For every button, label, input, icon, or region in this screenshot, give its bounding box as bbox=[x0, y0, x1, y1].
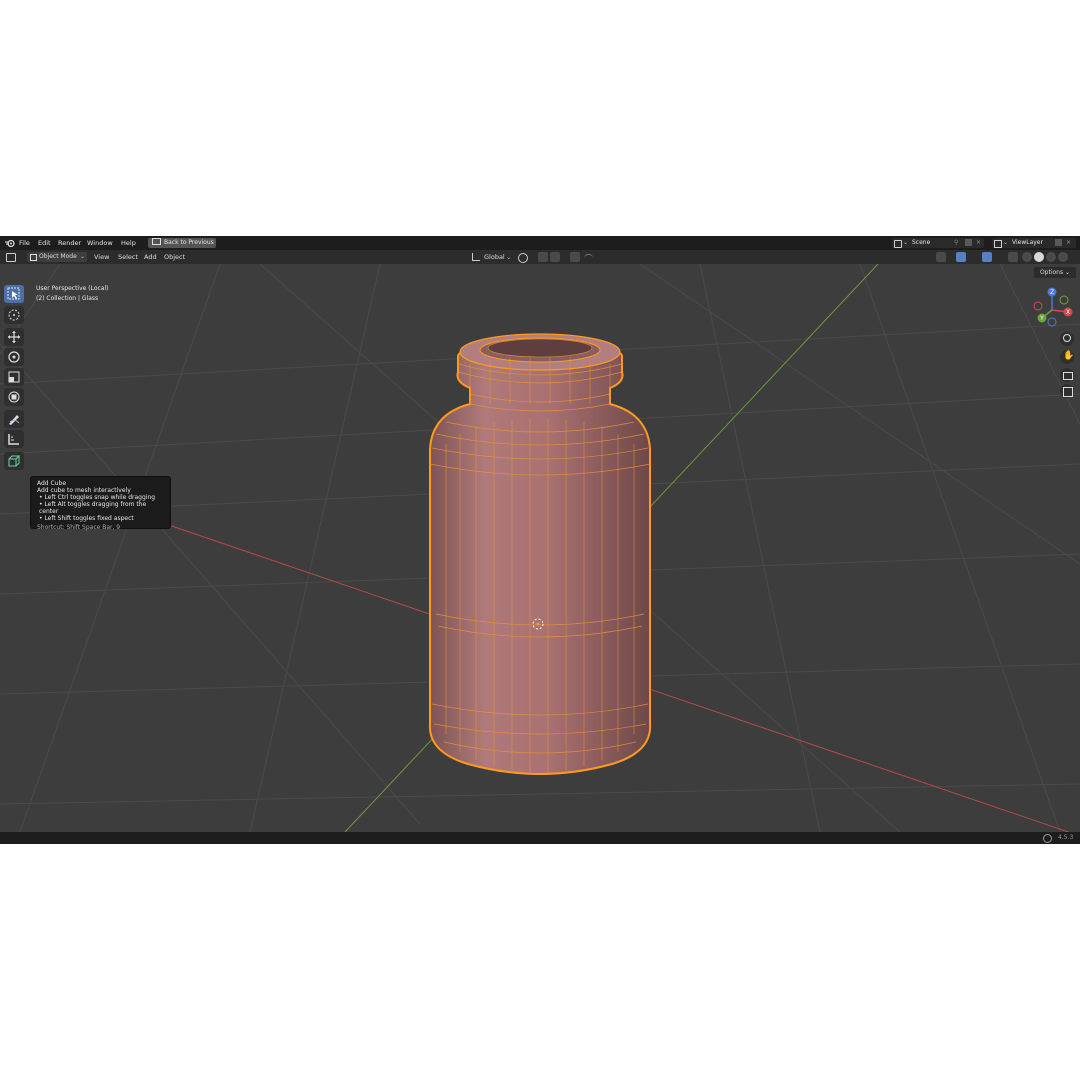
perspective-label: User Perspective (Local) bbox=[36, 285, 109, 292]
transform-orientation-icon bbox=[472, 253, 480, 261]
solid-shading-icon[interactable] bbox=[1034, 252, 1044, 262]
chevron-down-icon: ⌄ bbox=[80, 253, 86, 260]
move-tool[interactable] bbox=[4, 328, 24, 346]
proportional-edit-icon[interactable] bbox=[570, 252, 580, 262]
glass-bottle-mesh bbox=[428, 333, 652, 775]
scene-selector[interactable]: ⌄ Scene ⚲ × bbox=[892, 238, 984, 248]
pan-hand-icon[interactable]: ✋ bbox=[1060, 350, 1074, 364]
options-dropdown[interactable]: Options ⌄ bbox=[1034, 267, 1076, 278]
snap-toggle-icon[interactable] bbox=[538, 252, 548, 262]
scene-icon bbox=[894, 240, 902, 248]
view-layer-icon bbox=[994, 240, 1002, 248]
new-scene-icon[interactable] bbox=[965, 239, 972, 246]
neg-z-handle bbox=[1047, 317, 1057, 327]
tooltip-title: Add Cube bbox=[37, 480, 67, 487]
select-box-tool[interactable] bbox=[4, 285, 24, 303]
menu-add[interactable]: Add bbox=[144, 250, 157, 264]
cursor-tool[interactable] bbox=[4, 306, 24, 324]
chevron-down-icon: ⌄ bbox=[1003, 239, 1009, 246]
view-layer-name: ViewLayer bbox=[1012, 239, 1043, 246]
viewport-header: Object Mode ⌄ View Select Add Object Glo… bbox=[0, 250, 1080, 264]
globe-icon bbox=[1043, 834, 1052, 843]
back-icon bbox=[152, 238, 161, 245]
scale-icon bbox=[8, 371, 20, 383]
menu-edit[interactable]: Edit bbox=[38, 236, 51, 250]
back-to-previous-label: Back to Previous bbox=[164, 239, 214, 246]
material-preview-icon[interactable] bbox=[1046, 252, 1056, 262]
gizmo-toggle-icon[interactable] bbox=[956, 252, 966, 262]
rotate-tool[interactable] bbox=[4, 348, 24, 366]
menu-render[interactable]: Render bbox=[58, 236, 81, 250]
pivot-point-icon[interactable] bbox=[518, 253, 528, 263]
view-layer-selector[interactable]: ⌄ ViewLayer × bbox=[992, 238, 1076, 248]
menu-object[interactable]: Object bbox=[164, 250, 185, 264]
scale-tool[interactable] bbox=[4, 368, 24, 386]
move-icon bbox=[8, 331, 20, 343]
options-label: Options bbox=[1039, 269, 1064, 276]
tooltip-hint: • Left Shift toggles fixed aspect bbox=[39, 515, 134, 522]
back-to-previous-button[interactable]: Back to Previous bbox=[148, 238, 216, 248]
mode-label: Object Mode bbox=[39, 253, 77, 260]
cursor-icon bbox=[8, 309, 20, 321]
annotate-icon bbox=[9, 415, 20, 425]
blender-logo-icon[interactable] bbox=[5, 239, 15, 247]
gizmo-y-label: Y bbox=[1039, 315, 1044, 322]
top-menu-bar: File Edit Render Window Help Back to Pre… bbox=[0, 236, 1080, 250]
neg-y-handle bbox=[1059, 295, 1069, 305]
pin-icon: ⚲ bbox=[954, 239, 959, 246]
visibility-icon[interactable] bbox=[936, 252, 946, 262]
neg-x-handle bbox=[1033, 301, 1043, 311]
measure-tool[interactable] bbox=[4, 430, 24, 448]
tooltip-shortcut: Shortcut: Shift Space Bar, 9 bbox=[37, 524, 121, 531]
version-label: 4.5.3 bbox=[1058, 834, 1074, 841]
gizmo-x-label: X bbox=[1066, 309, 1070, 316]
camera-view-icon[interactable] bbox=[1060, 368, 1074, 382]
rotate-icon bbox=[8, 351, 20, 363]
overlays-toggle-icon[interactable] bbox=[982, 252, 992, 262]
menu-view[interactable]: View bbox=[94, 250, 109, 264]
measure-icon bbox=[8, 434, 19, 445]
zoom-icon[interactable] bbox=[1060, 332, 1074, 346]
new-view-layer-icon[interactable] bbox=[1055, 239, 1062, 246]
chevron-down-icon: ⌄ bbox=[506, 253, 512, 261]
scene-name: Scene bbox=[912, 239, 931, 246]
xray-toggle-icon[interactable] bbox=[1008, 252, 1018, 262]
menu-select[interactable]: Select bbox=[118, 250, 138, 264]
tooltip-description: Add cube to mesh interactively bbox=[37, 487, 131, 494]
perspective-toggle-icon[interactable] bbox=[1060, 384, 1074, 398]
transform-tool[interactable] bbox=[4, 388, 24, 406]
chevron-down-icon: ⌄ bbox=[903, 239, 909, 246]
mode-selector[interactable]: Object Mode ⌄ bbox=[27, 252, 87, 262]
select-box-icon bbox=[7, 287, 20, 300]
transform-orientation[interactable]: Global bbox=[484, 250, 505, 264]
menu-help[interactable]: Help bbox=[121, 236, 136, 250]
collection-label: (2) Collection | Glass bbox=[36, 295, 99, 302]
tooltip-hint: • Left Alt toggles dragging from the cen… bbox=[39, 501, 147, 515]
rendered-shading-icon[interactable] bbox=[1058, 252, 1068, 262]
close-icon[interactable]: × bbox=[976, 238, 981, 248]
add-cube-icon bbox=[8, 455, 21, 467]
falloff-icon[interactable] bbox=[584, 254, 593, 261]
annotate-tool[interactable] bbox=[4, 410, 24, 428]
gizmo-z-label: Z bbox=[1050, 289, 1054, 296]
close-icon[interactable]: × bbox=[1066, 238, 1071, 248]
viewport-scene bbox=[0, 264, 1080, 832]
status-bar: 4.5.3 bbox=[0, 832, 1080, 844]
navigation-gizmo[interactable]: Z X Y bbox=[1028, 286, 1076, 334]
object-mode-icon bbox=[30, 254, 37, 261]
menu-window[interactable]: Window bbox=[87, 236, 113, 250]
add-cube-tool[interactable] bbox=[4, 452, 24, 470]
editor-type-icon[interactable] bbox=[6, 253, 16, 262]
blender-window: File Edit Render Window Help Back to Pre… bbox=[0, 236, 1080, 844]
add-cube-tooltip: Add Cube Add cube to mesh interactively … bbox=[30, 476, 171, 531]
snap-target-icon[interactable] bbox=[550, 252, 560, 262]
menu-file[interactable]: File bbox=[19, 236, 30, 250]
transform-icon bbox=[8, 391, 20, 403]
3d-viewport[interactable]: User Perspective (Local) (2) Collection … bbox=[0, 264, 1080, 832]
tooltip-hint: • Left Ctrl toggles snap while dragging bbox=[39, 494, 156, 501]
wireframe-shading-icon[interactable] bbox=[1022, 252, 1032, 262]
